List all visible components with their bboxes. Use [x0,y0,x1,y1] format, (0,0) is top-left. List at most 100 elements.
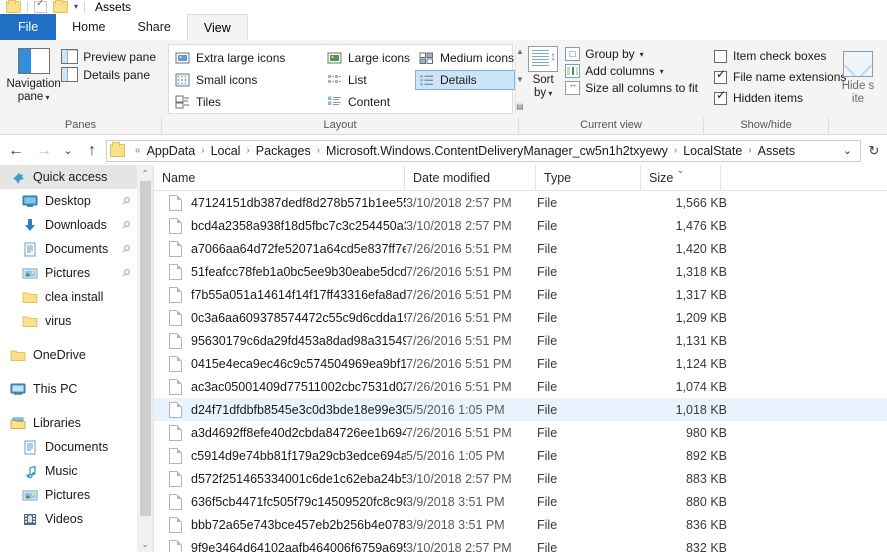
table-row[interactable]: c5914d9e74bb81f179a29cb3edce694aea2... 5… [154,444,887,467]
pin-icon[interactable]: ⚲ [119,243,132,256]
quick-access-folder-icon[interactable] [6,0,21,13]
refresh-button[interactable]: ↻ [863,138,885,164]
details-pane-button[interactable]: Details pane [61,67,156,82]
tab-share[interactable]: Share [122,14,187,40]
breadcrumb-item-localstate[interactable]: LocalState [682,144,743,158]
layout-extra-large-icons[interactable]: Extra large icons [171,48,323,68]
layout-large-icons[interactable]: Large icons [323,48,415,68]
preview-pane-button[interactable]: Preview pane [61,49,156,64]
scroll-down-icon[interactable]: ⌄ [137,536,153,552]
breadcrumb-dropdown-icon[interactable]: ⌄ [835,144,858,157]
column-header-name[interactable]: Name [154,165,405,190]
column-header-type[interactable]: Type [536,165,641,190]
properties-icon[interactable] [34,0,47,13]
large-icons-icon [327,52,342,64]
pin-icon[interactable]: ⚲ [119,195,132,208]
sidebar-item-onedrive[interactable]: OneDrive [0,343,137,367]
breadcrumb-overflow-icon[interactable]: « [130,145,146,156]
chevron-down-icon[interactable]: ▾ [74,3,78,11]
file-name-extensions-option[interactable]: File name extensions [714,67,846,87]
sidebar-item-desktop[interactable]: Desktop ⚲ [0,189,137,213]
sidebar-item-quick-access[interactable]: Quick access [0,165,137,189]
layout-tiles[interactable]: Tiles [171,92,323,112]
sidebar-item-videos[interactable]: Videos [0,507,137,531]
breadcrumb-item-packages[interactable]: Packages [255,144,312,158]
size-all-columns-button[interactable]: Size all columns to fit [565,79,698,95]
back-button[interactable]: ← [2,138,30,164]
sidebar-item-pictures[interactable]: Pictures ⚲ [0,261,137,285]
table-row[interactable]: d24f71dfdbfb8545e3c0d3bde18e99e305a... 5… [154,398,887,421]
checkbox[interactable] [714,89,727,105]
breadcrumb-separator-icon[interactable]: › [743,145,756,156]
scrollbar-thumb[interactable] [139,181,151,516]
group-by-button[interactable]: Group by ▾ [565,47,698,61]
table-row[interactable]: f7b55a051a14614f14f17ff43316efa8ad036...… [154,283,887,306]
chevron-down-icon[interactable]: ▾ [43,93,50,102]
column-header-size[interactable]: Size ⌄ [641,165,721,190]
sort-by-button[interactable]: Sort by ▾ [525,44,561,100]
forward-button[interactable]: → [30,138,58,164]
navigation-pane-scrollbar[interactable]: ⌃ ⌄ [137,165,153,552]
breadcrumb-separator-icon[interactable]: › [196,145,209,156]
layout-small-icons[interactable]: Small icons [171,70,323,90]
pin-icon[interactable]: ⚲ [119,267,132,280]
breadcrumb-item-local[interactable]: Local [210,144,242,158]
sidebar-item-downloads[interactable]: Downloads ⚲ [0,213,137,237]
table-row[interactable]: ac3ac05001409d77511002cbc7531d02404... 7… [154,375,887,398]
checkbox[interactable] [714,68,727,84]
group-by-icon [565,47,581,61]
layout-list[interactable]: List [323,70,415,90]
column-header-date-modified[interactable]: Date modified [405,165,536,190]
chevron-down-icon[interactable]: ▾ [660,67,664,76]
chevron-down-icon[interactable]: ▾ [546,89,552,98]
breadcrumb-separator-icon[interactable]: › [312,145,325,156]
table-row[interactable]: 51feafcc78feb1a0bc5ee9b30eabe5dcd8ab... … [154,260,887,283]
add-columns-button[interactable]: Add columns ▾ [565,64,698,78]
up-button[interactable]: ↑ [78,138,106,164]
sidebar-item-music[interactable]: Music [0,459,137,483]
breadcrumb-separator-icon[interactable]: › [241,145,254,156]
breadcrumb-item-package-name[interactable]: Microsoft.Windows.ContentDeliveryManager… [325,144,669,158]
table-row[interactable]: a7066aa64d72fe52071a64cd5e837ff7e8ac... … [154,237,887,260]
layout-details[interactable]: Details [415,70,515,90]
table-row[interactable]: a3d4692ff8efe40d2cbda84726ee1b6946f7... … [154,421,887,444]
layout-content[interactable]: Content [323,92,415,112]
hide-selected-items-button[interactable]: Hide s ite [835,48,881,106]
file-icon [169,424,182,441]
sidebar-item-this-pc[interactable]: This PC [0,377,137,401]
sidebar-item-clea-install[interactable]: clea install [0,285,137,309]
new-folder-icon[interactable] [53,0,68,13]
hidden-items-option[interactable]: Hidden items [714,88,846,108]
navigation-pane-button[interactable]: Navigation pane ▾ [6,44,61,104]
tab-home[interactable]: Home [56,14,121,40]
table-row[interactable]: 47124151db387dedf8d278b571b1ee55fab... 3… [154,191,887,214]
scrollbar-track[interactable] [137,516,153,536]
scroll-up-icon[interactable]: ⌃ [137,165,153,181]
pin-icon[interactable]: ⚲ [119,219,132,232]
item-check-boxes-option[interactable]: Item check boxes [714,46,846,66]
file-icon [169,309,182,326]
sidebar-item-virus[interactable]: virus [0,309,137,333]
table-row[interactable]: bbb72a65e743bce457eb2b256b4e0784a1f... 3… [154,513,887,536]
table-row[interactable]: 9f9e3464d64102aafb464006f6759a695346... … [154,536,887,552]
sidebar-item-libraries[interactable]: Libraries [0,411,137,435]
sidebar-item-documents-library[interactable]: Documents [0,435,137,459]
recent-locations-button[interactable]: ⌄ [58,138,78,164]
table-row[interactable]: bcd4a2358a938f18d5fbc7c3c254450a3e6f... … [154,214,887,237]
table-row[interactable]: 636f5cb4471fc505f79c14509520fc8c98134...… [154,490,887,513]
breadcrumb-item-appdata[interactable]: AppData [146,144,197,158]
tab-view[interactable]: View [186,14,248,40]
table-row[interactable]: 95630179c6da29fd453a8dad98a31549b2a... 7… [154,329,887,352]
layout-medium-icons[interactable]: Medium icons [415,48,515,68]
tab-file[interactable]: File [0,14,57,40]
checkbox[interactable] [714,49,727,63]
breadcrumb-separator-icon[interactable]: › [669,145,682,156]
chevron-down-icon[interactable]: ▾ [640,50,644,59]
table-row[interactable]: 0415e4eca9ec46c9c574504969ea9bf12aea... … [154,352,887,375]
sidebar-item-documents[interactable]: Documents ⚲ [0,237,137,261]
table-row[interactable]: d572f251465334001c6de1c62eba24b5ae7... 3… [154,467,887,490]
table-row[interactable]: 0c3a6aa609378574472c55c9d6cdda192d9... 7… [154,306,887,329]
sidebar-item-pictures-library[interactable]: Pictures [0,483,137,507]
breadcrumb[interactable]: « AppData › Local › Packages › Microsoft… [106,139,861,162]
breadcrumb-item-assets[interactable]: Assets [757,144,797,158]
